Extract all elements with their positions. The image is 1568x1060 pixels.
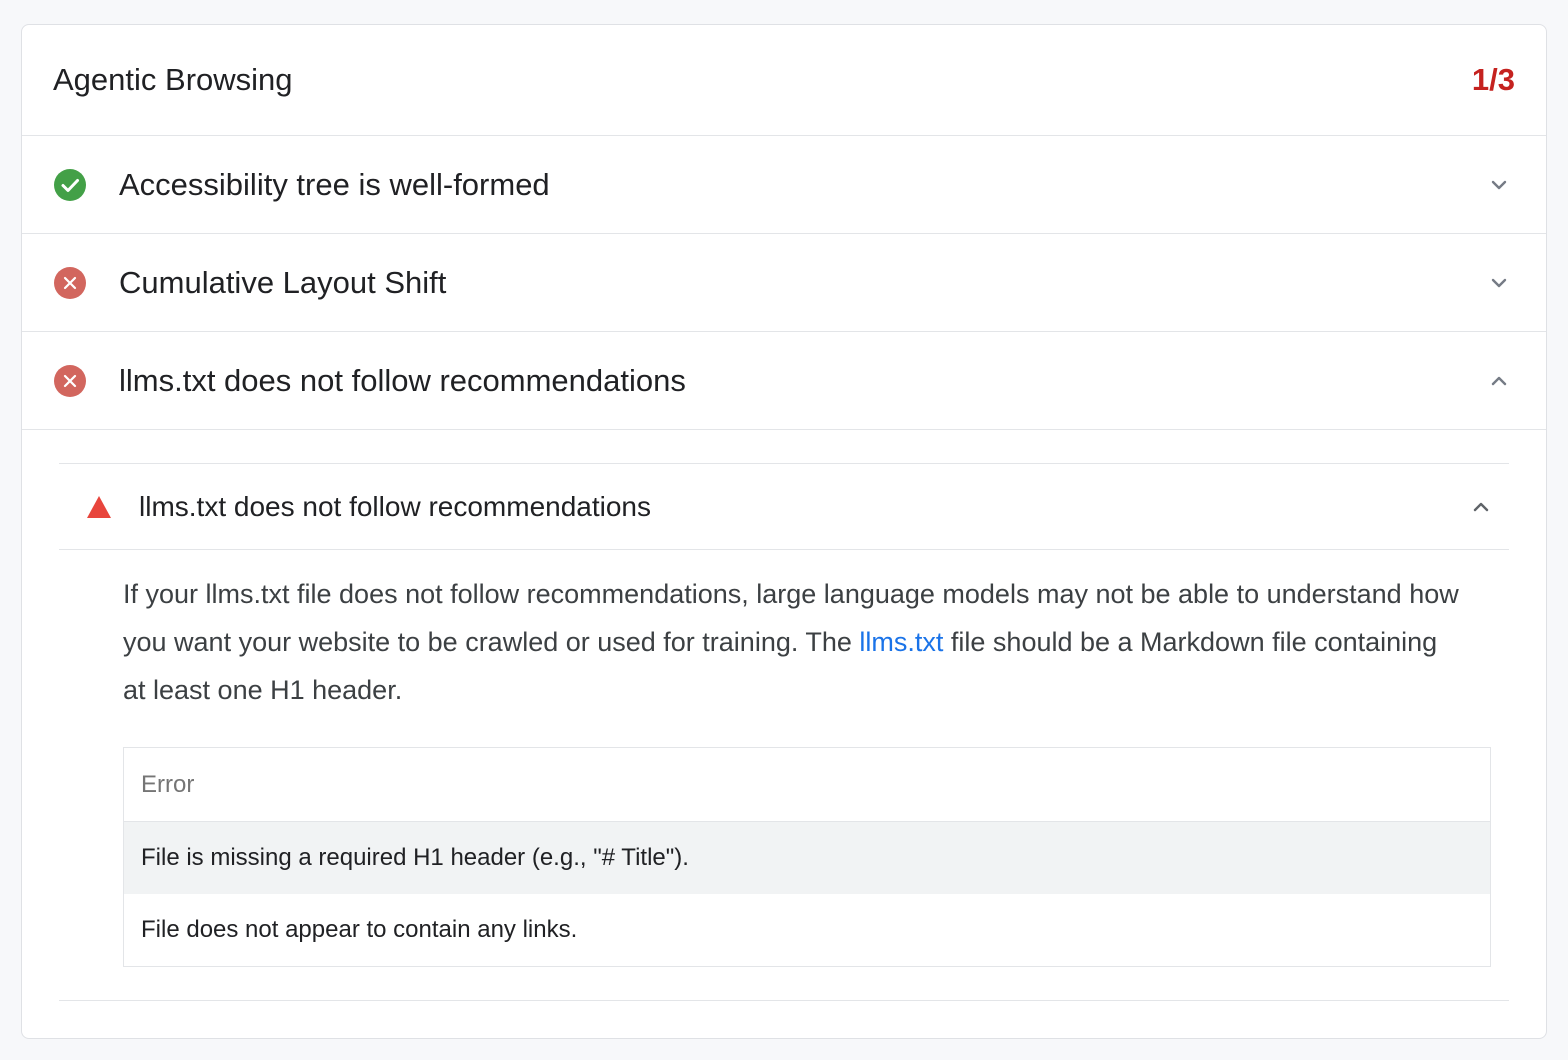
- x-circle-icon: [54, 266, 86, 299]
- category-title: Agentic Browsing: [53, 62, 293, 97]
- warning-triangle-icon: [87, 495, 111, 518]
- audit-cumulative-layout-shift[interactable]: Cumulative Layout Shift: [22, 234, 1546, 332]
- error-table: Error File is missing a required H1 head…: [123, 747, 1491, 967]
- error-table-header: Error: [124, 748, 1490, 822]
- audit-llms-txt[interactable]: llms.txt does not follow recommendations: [22, 332, 1546, 430]
- category-header: Agentic Browsing 1/3: [22, 25, 1546, 136]
- audit-title: llms.txt does not follow recommendations: [119, 362, 686, 398]
- audit-description: If your llms.txt file does not follow re…: [123, 570, 1463, 714]
- sub-audit-title: llms.txt does not follow recommendations: [139, 490, 651, 522]
- audit-title: Accessibility tree is well-formed: [119, 166, 550, 202]
- chevron-up-icon[interactable]: [1470, 496, 1492, 518]
- sub-audit-body: If your llms.txt file does not follow re…: [59, 550, 1509, 1001]
- chevron-down-icon[interactable]: [1488, 272, 1510, 294]
- chevron-up-icon[interactable]: [1488, 370, 1510, 392]
- check-circle-icon: [54, 168, 86, 201]
- category-card: Agentic Browsing 1/3 Accessibility tree …: [21, 24, 1547, 1039]
- category-score: 1/3: [1471, 62, 1515, 97]
- table-row: File is missing a required H1 header (e.…: [124, 822, 1490, 894]
- table-row: File does not appear to contain any link…: [141, 916, 578, 943]
- chevron-down-icon[interactable]: [1488, 174, 1510, 196]
- x-circle-icon: [54, 364, 86, 397]
- sub-audit: llms.txt does not follow recommendations…: [59, 463, 1509, 1001]
- audit-accessibility-tree[interactable]: Accessibility tree is well-formed: [22, 136, 1546, 234]
- sub-audit-header[interactable]: llms.txt does not follow recommendations: [59, 464, 1509, 550]
- audit-details: llms.txt does not follow recommendations…: [22, 430, 1546, 1001]
- audit-title: Cumulative Layout Shift: [119, 264, 447, 300]
- llms-txt-link[interactable]: llms.txt: [859, 627, 943, 657]
